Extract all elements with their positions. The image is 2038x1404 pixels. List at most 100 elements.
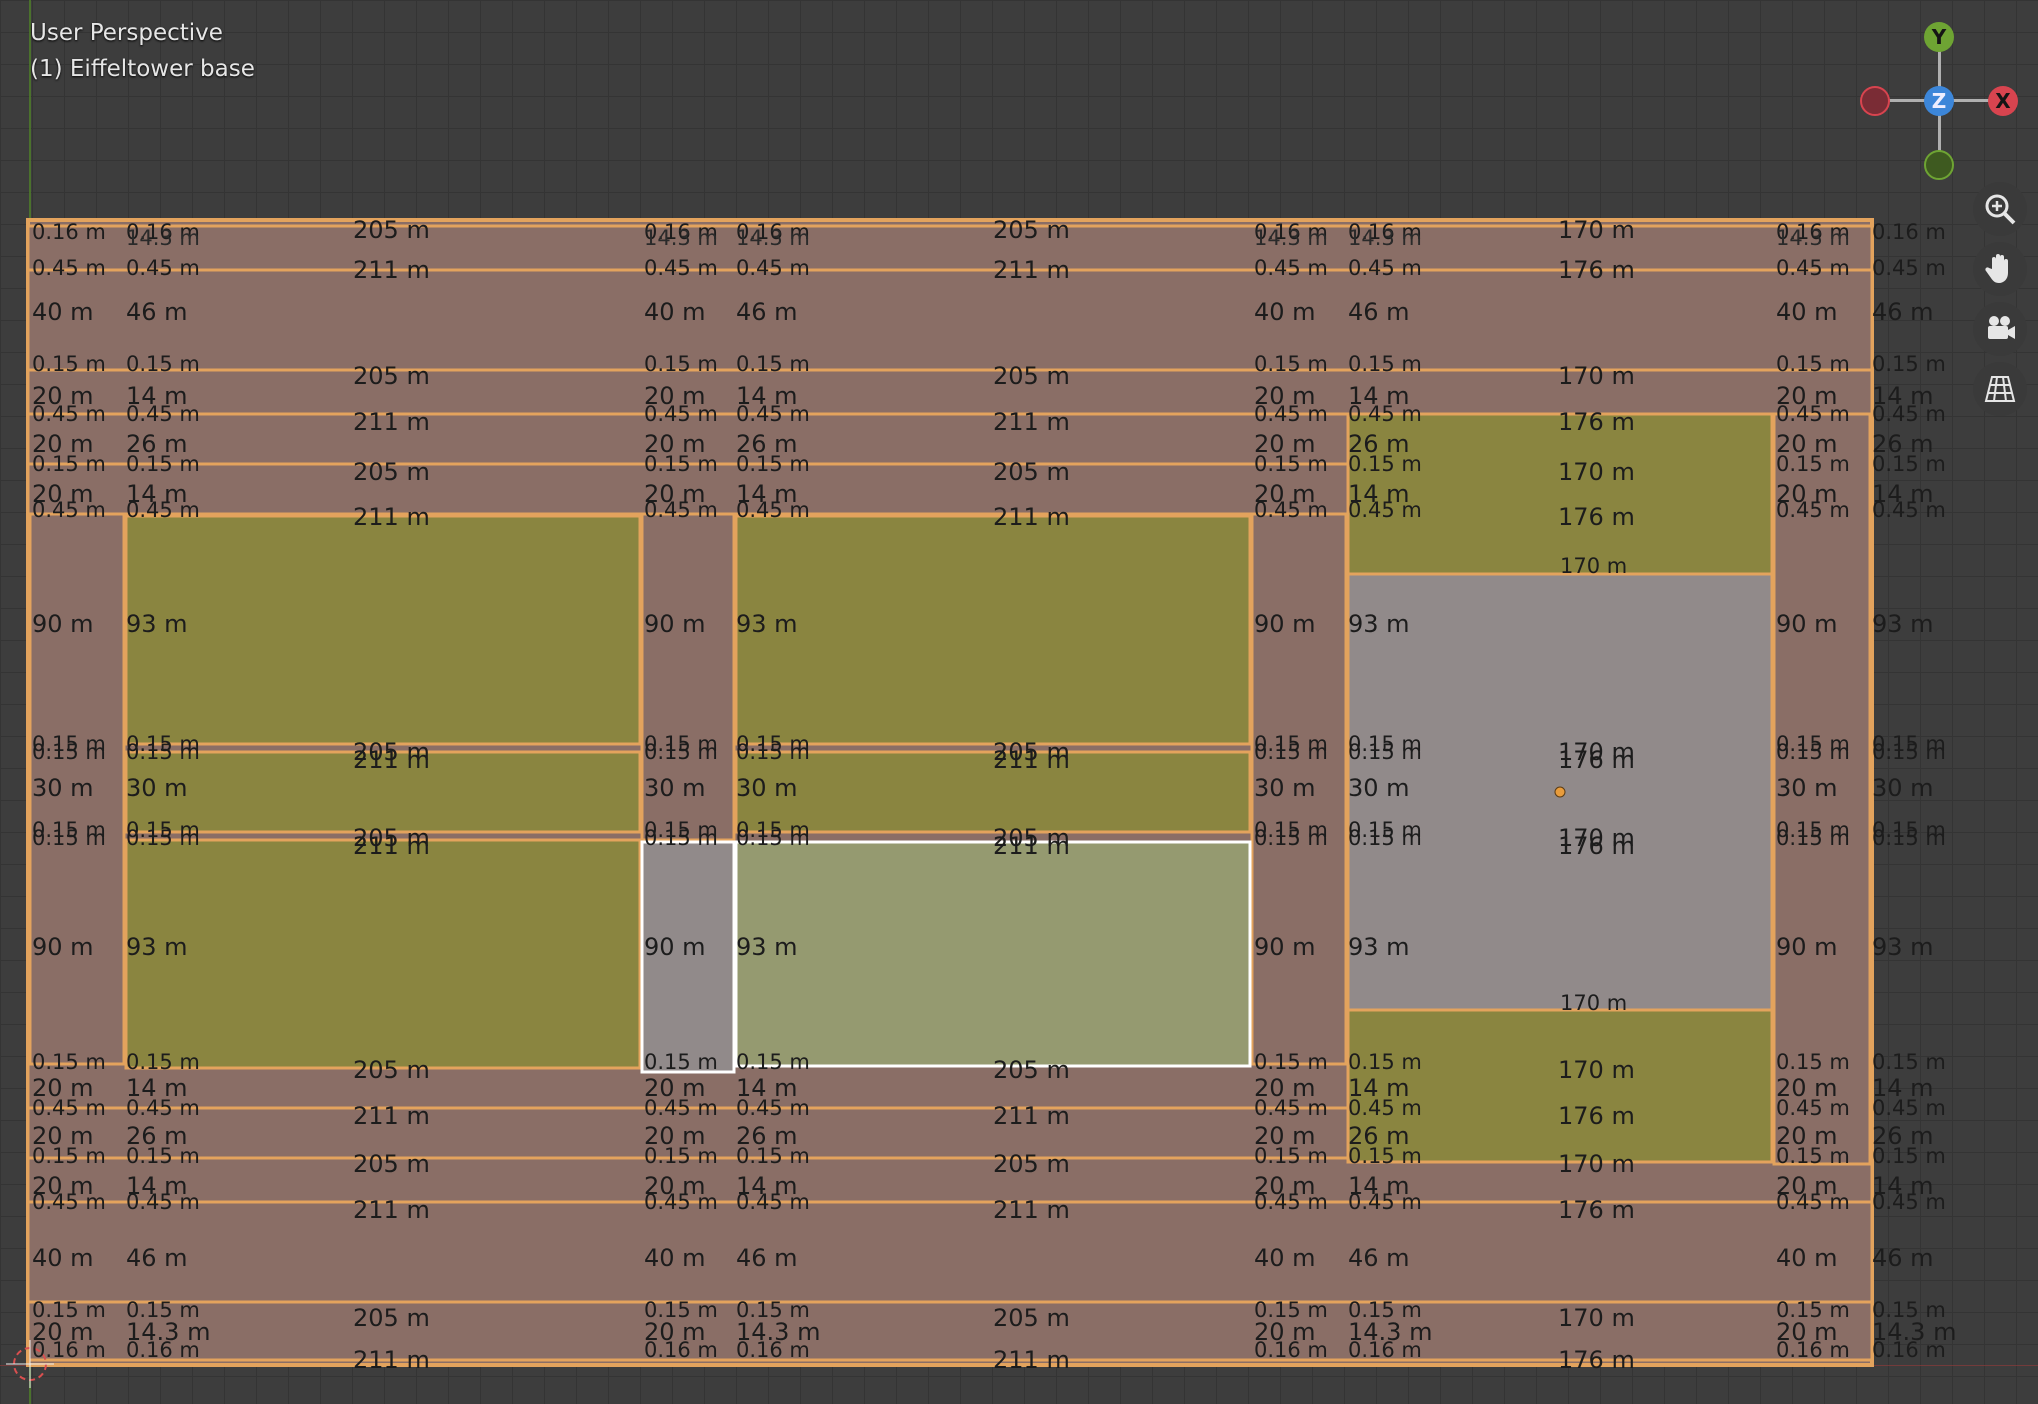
dimension-span-label: 211 m xyxy=(353,832,430,860)
dimension-height-label: 20 m xyxy=(644,1172,706,1200)
dimension-height-label: 40 m xyxy=(1776,1244,1838,1272)
dimension-span-label: 176 m xyxy=(1558,832,1635,860)
dimension-height-label: 40 m xyxy=(644,298,706,326)
dimension-height-label: 90 m xyxy=(1254,933,1316,961)
dimension-span-label: 205 m xyxy=(993,1304,1070,1332)
dimension-edge-label: 0.16 m xyxy=(32,220,106,244)
dimension-edge-label: 0.15 m xyxy=(32,826,106,850)
dimension-height-label: 30 m xyxy=(644,774,706,802)
origin-point[interactable] xyxy=(1554,786,1566,798)
dimension-span-label: 170 m xyxy=(1558,1056,1635,1084)
gizmo-x-label: X xyxy=(1995,89,2011,113)
gizmo-y-ball[interactable]: Y xyxy=(1924,22,1954,52)
dimension-height-label: 14 m xyxy=(1872,1172,1934,1200)
dimension-span-label: 170 m xyxy=(1558,362,1635,390)
room[interactable] xyxy=(124,514,642,746)
dimension-height-label: 90 m xyxy=(1254,610,1316,638)
room[interactable] xyxy=(1346,1008,1774,1164)
gizmo-neg-y-ball[interactable] xyxy=(1924,150,1954,180)
dimension-edge-label: 0.15 m xyxy=(736,740,810,764)
dimension-height-label: 46 m xyxy=(1348,298,1410,326)
3d-viewport[interactable]: 205 m 205 m 170 m 211 m 211 m 176 m 205 m 205 m… xyxy=(0,0,2038,1404)
dimension-height-label: 14 m xyxy=(736,480,798,508)
dimension-span-label: 211 m xyxy=(993,408,1070,436)
dimension-height-label: 14 m xyxy=(736,382,798,410)
floor-plan[interactable] xyxy=(0,0,2038,1404)
dimension-span-label: 176 m xyxy=(1558,1102,1635,1130)
dimension-height-label: 30 m xyxy=(32,774,94,802)
zoom-icon xyxy=(1985,194,2016,225)
dimension-span-label: 211 m xyxy=(993,1196,1070,1224)
dimension-edge-label: 0.15 m xyxy=(1348,352,1422,376)
dimension-height-label: 26 m xyxy=(1872,430,1934,458)
dimension-edge-label: 0.15 m xyxy=(736,826,810,850)
dimension-span-label: 170 m xyxy=(1558,458,1635,486)
room[interactable] xyxy=(1346,412,1774,576)
pan-button[interactable] xyxy=(1973,242,2027,296)
dimension-height-label: 20 m xyxy=(644,1318,706,1346)
camera-view-button[interactable] xyxy=(1973,302,2027,356)
room[interactable] xyxy=(734,514,1252,746)
perspective-toggle-button[interactable] xyxy=(1973,362,2027,416)
hand-pan-icon xyxy=(1985,254,2008,283)
dimension-span-label: 211 m xyxy=(353,1102,430,1130)
gizmo-z-ball[interactable]: Z xyxy=(1924,86,1954,116)
dimension-span-label: 211 m xyxy=(353,1346,430,1374)
dimension-height-label: 20 m xyxy=(1254,430,1316,458)
dimension-height-label: 14 m xyxy=(126,382,188,410)
dimension-height-label: 20 m xyxy=(1776,1172,1838,1200)
dimension-height-label: 26 m xyxy=(736,430,798,458)
dimension-span-label: 205 m xyxy=(993,362,1070,390)
dimension-height-label: 93 m xyxy=(1872,610,1934,638)
wall-strip[interactable] xyxy=(26,268,1874,372)
dimension-height-label: 26 m xyxy=(1348,1122,1410,1150)
dimension-height-label: 40 m xyxy=(32,298,94,326)
dimension-height-label: 30 m xyxy=(1348,774,1410,802)
dimension-height-label: 20 m xyxy=(1776,480,1838,508)
dimension-height-label: 93 m xyxy=(1348,933,1410,961)
dimension-span-label: 176 m xyxy=(1558,503,1635,531)
dimension-height-label: 93 m xyxy=(126,933,188,961)
dimension-span-label: 170 m xyxy=(1558,216,1635,244)
dimension-height-label: 14 m xyxy=(1872,480,1934,508)
gizmo-x-ball[interactable]: X xyxy=(1988,86,2018,116)
dimension-height-label: 40 m xyxy=(644,1244,706,1272)
dimension-span-label: 205 m xyxy=(993,1150,1070,1178)
dimension-height-label: 20 m xyxy=(1776,382,1838,410)
dimension-height-label: 14 m xyxy=(126,1074,188,1102)
gizmo-neg-x-ball[interactable] xyxy=(1860,86,1890,116)
dimension-height-label: 93 m xyxy=(126,610,188,638)
dimension-height-label: 90 m xyxy=(32,610,94,638)
zoom-button[interactable] xyxy=(1973,182,2027,236)
selected-room-light[interactable] xyxy=(734,840,1252,1068)
dimension-height-label: 46 m xyxy=(126,298,188,326)
room[interactable] xyxy=(124,838,642,1070)
dimension-height-label: 90 m xyxy=(644,610,706,638)
dimension-height-label: 93 m xyxy=(736,610,798,638)
dimension-span-label: 211 m xyxy=(353,746,430,774)
dimension-height-label: 40 m xyxy=(32,1244,94,1272)
dimension-span-label: 205 m xyxy=(353,458,430,486)
dimension-span-label: 205 m xyxy=(353,216,430,244)
dimension-edge-label: 0.15 m xyxy=(644,352,718,376)
dimension-edge-label: 0.15 m xyxy=(32,352,106,376)
dimension-height-label: 30 m xyxy=(1254,774,1316,802)
dimension-edge-label: 0.45 m xyxy=(1776,256,1850,280)
dimension-height-label: 30 m xyxy=(1872,774,1934,802)
dimension-height-label: 14.3 m xyxy=(1872,1318,1957,1346)
viewport-perspective-label: User Perspective xyxy=(30,20,223,46)
dimension-height-label: 46 m xyxy=(736,298,798,326)
dimension-height-label: 20 m xyxy=(1254,480,1316,508)
dimension-height-label: 14 m xyxy=(1348,480,1410,508)
dimension-height-label: 30 m xyxy=(1776,774,1838,802)
dimension-edge-label: 0.16 m xyxy=(1872,220,1946,244)
dimension-height-label: 14.3 m xyxy=(736,1318,821,1346)
dimension-edge-label: 0.15 m xyxy=(126,1050,200,1074)
dimension-height-label: 90 m xyxy=(644,933,706,961)
dimension-height-label: 20 m xyxy=(644,480,706,508)
dimension-edge-label: 0.15 m xyxy=(126,352,200,376)
dimension-edge-label: 14.3 m xyxy=(1776,226,1850,250)
dimension-span-label: 211 m xyxy=(353,1196,430,1224)
gizmo-y-label: Y xyxy=(1931,25,1947,49)
navigation-gizmo[interactable]: Y X Z xyxy=(1860,20,2020,180)
